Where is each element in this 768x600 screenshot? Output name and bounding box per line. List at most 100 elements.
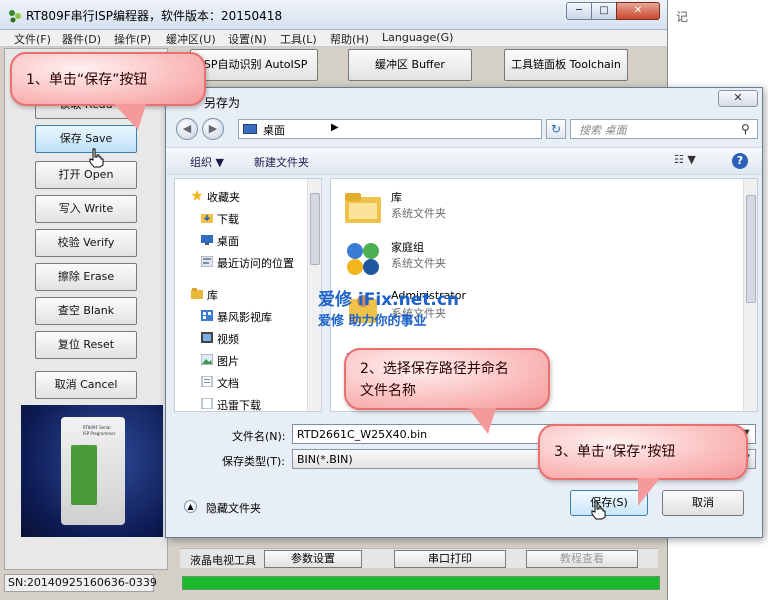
menu-help[interactable]: 帮助(H)	[330, 31, 369, 47]
dialog-close-button[interactable]: ✕	[718, 90, 758, 107]
callout-step3: 3、单击“保存”按钮	[538, 424, 748, 506]
blank-button[interactable]: 查空 Blank	[35, 297, 137, 325]
nav-item-documents[interactable]: 文档	[175, 373, 305, 391]
hide-folders-label: 隐藏文件夹	[206, 502, 261, 515]
menu-language[interactable]: Language(G)	[382, 31, 453, 44]
tutorial-button[interactable]: 教程查看	[526, 550, 638, 568]
app-title: RT809F串行ISP编程器，软件版本：20150418	[26, 9, 283, 23]
minimize-button[interactable]: ─	[566, 2, 592, 20]
app-titlebar: RT809F串行ISP编程器，软件版本：20150418 ─ □ ✕	[0, 0, 667, 30]
toolchain-button[interactable]: 工具链面板 Toolchain	[504, 49, 628, 81]
refresh-icon[interactable]: ↻	[546, 119, 566, 139]
params-button[interactable]: 参数设置	[264, 550, 362, 568]
nav-item-downloads[interactable]: 下载	[175, 209, 305, 227]
bottom-toolbar: 液晶电视工具 参数设置 串口打印 教程查看	[180, 548, 658, 568]
library-folder-icon	[345, 193, 381, 223]
menu-device[interactable]: 器件(D)	[62, 31, 101, 47]
navigation-pane: 收藏夹 下载 桌面 最近访问的位置 库 暴风影视库 视频 图片 文档 迅雷下载	[174, 178, 322, 412]
chevron-up-icon: ▲	[184, 500, 197, 513]
watermark-line1: 爱修 iFix.net.cn	[318, 290, 460, 310]
callout-step1-text: 1、单击“保存”按钮	[26, 72, 148, 88]
callout-step2: 2、选择保存路径并命名 文件名称	[344, 348, 550, 434]
dialog-cancel-button[interactable]: 取消	[662, 490, 744, 516]
search-icon[interactable]: ⚲	[741, 122, 750, 136]
watermark-line2: 爱修 助力你的事业	[318, 314, 427, 329]
callout-step1: 1、单击“保存”按钮	[10, 52, 206, 130]
erase-button[interactable]: 擦除 Erase	[35, 263, 137, 291]
file-list-scrollbar[interactable]	[743, 179, 757, 411]
close-button[interactable]: ✕	[616, 2, 660, 20]
search-input[interactable]: 搜索 桌面 ⚲	[570, 119, 758, 139]
address-text: 桌面	[263, 124, 285, 137]
address-bar[interactable]: 桌面 ▶ ▼	[238, 119, 603, 139]
callout-step2-text2: 文件名称	[360, 383, 416, 399]
menu-buffer[interactable]: 缓冲区(U)	[166, 31, 216, 47]
callout-step3-tail	[638, 478, 660, 506]
open-button[interactable]: 打开 Open	[35, 161, 137, 189]
menu-bar: 文件(F) 器件(D) 操作(P) 缓冲区(U) 设置(N) 工具(L) 帮助(…	[0, 30, 667, 47]
search-placeholder: 搜索 桌面	[579, 124, 627, 137]
desktop-icon	[201, 235, 213, 245]
progress-bar	[182, 576, 660, 590]
maximize-button[interactable]: □	[591, 2, 617, 20]
nav-item-baofeng[interactable]: 暴风影视库	[175, 307, 305, 325]
nav-favorites-header[interactable]: 收藏夹	[175, 187, 305, 205]
navigation-row: ◀ ▶ 桌面 ▶ ▼ ↻ 搜索 桌面 ⚲	[166, 115, 762, 143]
app-logo-icon	[9, 10, 21, 23]
menu-settings[interactable]: 设置(N)	[228, 31, 267, 47]
recent-places-icon	[201, 256, 213, 267]
write-button[interactable]: 写入 Write	[35, 195, 137, 223]
download-icon	[201, 398, 213, 409]
file-item-homegroup[interactable]: 家庭组 系统文件夹	[331, 235, 711, 281]
nav-item-pictures[interactable]: 图片	[175, 351, 305, 369]
filetype-label: 保存类型(T):	[222, 455, 286, 468]
programmer-photo: RT809F Serial ISP Programmer	[21, 405, 163, 537]
file-list-scrollbar-thumb[interactable]	[746, 195, 756, 303]
nav-scrollbar-thumb[interactable]	[310, 193, 320, 265]
nav-item-thunder[interactable]: 迅雷下载	[175, 395, 305, 411]
new-folder-button[interactable]: 新建文件夹	[254, 154, 309, 170]
status-bar: SN:20140925160636-0339	[4, 574, 157, 592]
media-library-icon	[201, 310, 213, 321]
menu-tools[interactable]: 工具(L)	[280, 31, 317, 47]
buffer-button[interactable]: 缓冲区 Buffer	[348, 49, 472, 81]
breadcrumb-arrow-icon[interactable]: ▶	[331, 122, 339, 133]
hand-cursor-icon	[89, 148, 104, 168]
menu-operation[interactable]: 操作(P)	[114, 31, 151, 47]
callout-step2-text1: 2、选择保存路径并命名	[360, 361, 509, 377]
forward-icon[interactable]: ▶	[202, 118, 224, 140]
verify-button[interactable]: 校验 Verify	[35, 229, 137, 257]
nav-item-desktop[interactable]: 桌面	[175, 231, 305, 249]
nav-item-videos[interactable]: 视频	[175, 329, 305, 347]
video-icon	[201, 332, 213, 343]
cancel-op-button[interactable]: 取消 Cancel	[35, 371, 137, 399]
callout-step2-tail	[468, 408, 496, 434]
view-options-icon[interactable]: ☷ ▼	[674, 153, 696, 166]
nav-item-recent[interactable]: 最近访问的位置	[175, 253, 305, 271]
organize-button[interactable]: 组织 ▼	[190, 154, 224, 170]
dialog-title: 另存为	[204, 96, 241, 110]
hand-cursor-icon	[591, 500, 606, 520]
serial-print-button[interactable]: 串口打印	[394, 550, 506, 568]
dialog-save-button[interactable]: 保存(S)	[570, 490, 648, 516]
picture-icon	[201, 354, 213, 365]
callout-step3-text: 3、单击“保存”按钮	[554, 444, 676, 460]
filename-label: 文件名(N):	[232, 430, 286, 443]
back-icon[interactable]: ◀	[176, 118, 198, 140]
help-icon[interactable]: ?	[732, 153, 748, 169]
watermark: 爱修 iFix.net.cn 爱修 助力你的事业	[318, 285, 459, 329]
library-icon	[191, 288, 203, 299]
callout-step1-tail	[114, 104, 146, 130]
desktop-icon	[243, 124, 257, 134]
reset-button[interactable]: 复位 Reset	[35, 331, 137, 359]
menu-file[interactable]: 文件(F)	[14, 31, 51, 47]
document-icon	[201, 376, 213, 387]
download-folder-icon	[201, 214, 213, 223]
nav-libraries-header[interactable]: 库	[175, 285, 305, 303]
autoisp-button[interactable]: ISP自动识别 AutoISP	[190, 49, 318, 81]
file-item-library[interactable]: 库 系统文件夹	[331, 185, 711, 231]
device-label-line2: ISP Programmer	[83, 431, 116, 436]
serial-number: SN:20140925160636-0339	[8, 576, 157, 589]
background-window-text: 记	[676, 10, 689, 24]
homegroup-icon	[347, 243, 379, 275]
